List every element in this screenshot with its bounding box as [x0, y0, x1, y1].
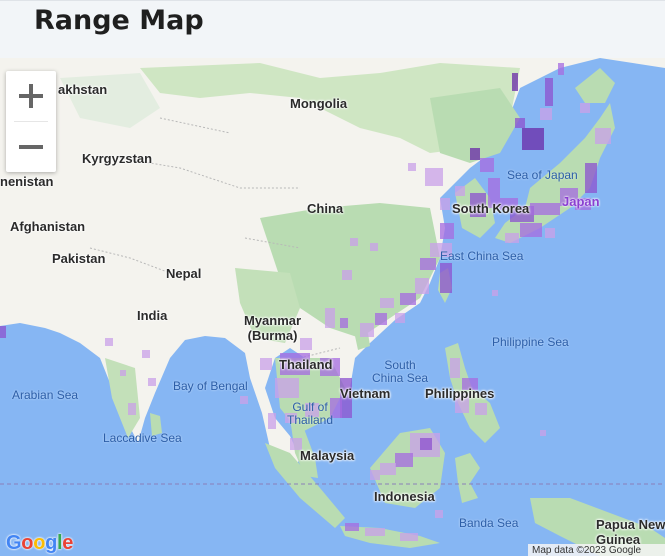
label-philippine-sea: Philippine Sea — [492, 335, 569, 349]
page-header: Range Map — [0, 0, 665, 58]
label-south-korea: South Korea — [452, 201, 530, 216]
zoom-control — [6, 71, 56, 172]
label-south-china-sea: South China Sea — [372, 358, 429, 385]
label-mongolia: Mongolia — [290, 96, 348, 111]
minus-icon — [19, 145, 43, 149]
label-bay-of-bengal: Bay of Bengal — [173, 379, 248, 393]
page-title: Range Map — [34, 5, 204, 36]
label-kazakhstan: akhstan — [58, 82, 108, 97]
logo-letter: g — [45, 532, 58, 554]
label-sea-of-japan: Sea of Japan — [507, 168, 578, 182]
logo-letter: e — [62, 532, 74, 554]
range-map[interactable]: akhstan Mongolia Kyrgyzstan nenistan Afg… — [0, 58, 665, 556]
label-east-china-sea: East China Sea — [440, 249, 524, 263]
logo-letter: o — [21, 532, 34, 554]
map-attribution[interactable]: Map data ©2023 Google — [528, 544, 665, 556]
google-logo[interactable]: Google — [6, 532, 73, 555]
label-banda-sea: Banda Sea — [459, 516, 519, 530]
zoom-out-button[interactable] — [6, 122, 56, 172]
land-sulawesi — [455, 453, 480, 503]
label-turkmenistan: nenistan — [0, 174, 54, 189]
label-japan: Japan — [562, 194, 600, 209]
zoom-in-button[interactable] — [6, 71, 56, 121]
logo-letter: o — [33, 532, 46, 554]
label-vietnam: Vietnam — [340, 386, 391, 401]
label-laccadive-sea: Laccadive Sea — [103, 431, 182, 445]
label-gulf-of-thailand: Gulf of Thailand — [287, 400, 334, 427]
label-kyrgyzstan: Kyrgyzstan — [82, 151, 153, 166]
land-hokkaido — [575, 68, 615, 103]
label-philippines: Philippines — [425, 386, 495, 401]
label-nepal: Nepal — [166, 266, 202, 281]
map-canvas[interactable] — [0, 58, 665, 556]
plus-icon — [19, 84, 43, 108]
label-afghanistan: Afghanistan — [10, 219, 86, 234]
label-china: China — [307, 201, 344, 216]
label-thailand: Thailand — [279, 357, 333, 372]
label-india: India — [137, 308, 168, 323]
label-arabian-sea: Arabian Sea — [12, 388, 79, 402]
label-papua-new-guinea: Papua New Guinea — [596, 517, 665, 547]
label-indonesia: Indonesia — [374, 489, 435, 504]
logo-letter: G — [6, 532, 22, 554]
label-myanmar: Myanmar (Burma) — [244, 313, 302, 343]
label-pakistan: Pakistan — [52, 251, 106, 266]
label-malaysia: Malaysia — [300, 448, 355, 463]
